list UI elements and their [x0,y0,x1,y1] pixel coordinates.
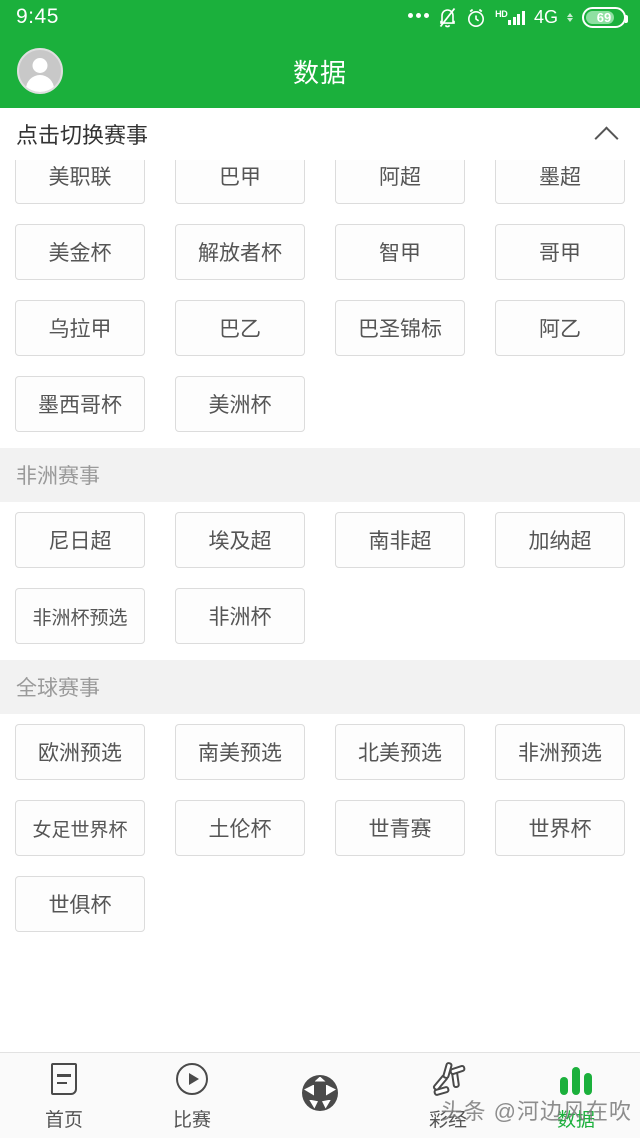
page-title: 数据 [292,57,347,88]
competition-cell: 世界杯 [480,790,640,866]
data-arrows-icon [567,12,573,22]
competition-chip[interactable]: 加纳超 [495,512,625,568]
section-header: 非洲赛事 [0,448,640,502]
tab-matches[interactable]: 比赛 [128,1059,256,1132]
lottery-sticks-icon [428,1059,468,1099]
competition-chip[interactable]: 尼日超 [15,512,145,568]
status-time: 9:45 [16,5,59,28]
bell-muted-icon [439,7,456,27]
competition-chip[interactable]: 解放者杯 [175,224,305,280]
competition-cell: 美金杯 [0,214,160,290]
alarm-clock-icon [468,8,485,27]
competition-chip[interactable]: 哥甲 [495,224,625,280]
competition-list-scroll[interactable]: 美职联 巴甲 阿超 墨超美金杯 解放者杯 智甲 哥甲乌拉甲 巴乙 巴圣锦标 阿乙墨西哥杯 美洲杯非洲… [0,160,640,1052]
competition-chip[interactable]: 美洲杯 [175,376,305,432]
competition-chip[interactable]: 阿超 [335,160,465,204]
status-icons: HD 4G 69 [408,6,628,28]
phone-screen: 9:45 HD 4G 69 数据 点击切换赛事 美职联 巴甲 阿超 墨超 美金杯… [0,0,640,1138]
competition-chip[interactable]: 巴乙 [175,300,305,356]
competition-chip[interactable]: 墨超 [495,160,625,204]
competition-cell: 巴乙 [160,290,320,366]
competition-cell: 南美预选 [160,714,320,790]
competition-cell: 智甲 [320,214,480,290]
competition-cell: 非洲预选 [480,714,640,790]
competition-cell: 巴甲 [160,160,320,214]
competition-chip[interactable]: 世俱杯 [15,876,145,932]
competition-chip[interactable]: 巴甲 [175,160,305,204]
competition-cell: 解放者杯 [160,214,320,290]
competition-chip[interactable]: 非洲预选 [495,724,625,780]
status-bar: 9:45 HD 4G 69 [0,0,640,34]
battery-level-label: 69 [596,9,612,25]
network-type-label: 4G [533,6,558,27]
signal-bars-icon: HD [495,8,525,25]
competition-chip[interactable]: 智甲 [335,224,465,280]
competition-cell: 美职联 [0,160,160,214]
section-header: 全球赛事 [0,660,640,714]
app-title-bar: 数据 [0,34,640,108]
competition-chip[interactable]: 南非超 [335,512,465,568]
switch-competition-header[interactable]: 点击切换赛事 [0,108,640,160]
competition-cell: 阿超 [320,160,480,214]
competition-cell: 哥甲 [480,214,640,290]
competition-chip[interactable]: 南美预选 [175,724,305,780]
competition-chip[interactable]: 美职联 [15,160,145,204]
competition-chip[interactable]: 巴圣锦标 [335,300,465,356]
competition-grid: 美职联 巴甲 阿超 墨超美金杯 解放者杯 智甲 哥甲乌拉甲 巴乙 巴圣锦标 阿乙墨西哥杯 美洲杯非洲… [0,160,640,942]
competition-cell: 加纳超 [480,502,640,578]
hd-label: HD [495,8,508,19]
competition-chip[interactable]: 非洲杯预选 [15,588,145,644]
competition-chip[interactable]: 阿乙 [495,300,625,356]
competition-cell: 阿乙 [480,290,640,366]
bar-chart-icon [556,1059,596,1099]
switch-competition-label: 点击切换赛事 [16,123,149,148]
tab-home[interactable]: 首页 [0,1059,128,1132]
competition-chip[interactable]: 埃及超 [175,512,305,568]
competition-cell: 女足世界杯 [0,790,160,866]
competition-chip[interactable]: 墨西哥杯 [15,376,145,432]
competition-cell: 巴圣锦标 [320,290,480,366]
competition-cell: 土伦杯 [160,790,320,866]
soccer-ball-icon [300,1073,340,1113]
competition-cell: 美洲杯 [160,366,320,442]
competition-cell: 尼日超 [0,502,160,578]
competition-cell: 欧洲预选 [0,714,160,790]
competition-cell: 世俱杯 [0,866,160,942]
competition-cell: 墨超 [480,160,640,214]
competition-chip[interactable]: 女足世界杯 [15,800,145,856]
competition-cell: 埃及超 [160,502,320,578]
competition-chip[interactable]: 欧洲预选 [15,724,145,780]
competition-cell: 非洲杯预选 [0,578,160,654]
competition-chip[interactable]: 美金杯 [15,224,145,280]
competition-cell: 南非超 [320,502,480,578]
document-icon [44,1059,84,1099]
bottom-tab-bar: 首页 比赛 彩经 数据 头条 @河边风在吹 [0,1052,640,1138]
tab-matches-label: 比赛 [172,1110,211,1131]
competition-chip[interactable]: 乌拉甲 [15,300,145,356]
battery-icon: 69 [582,6,628,28]
tab-home-label: 首页 [44,1110,83,1131]
competition-cell: 世青赛 [320,790,480,866]
play-circle-icon [172,1059,212,1099]
competition-chip[interactable]: 世青赛 [335,800,465,856]
competition-chip[interactable]: 世界杯 [495,800,625,856]
competition-cell: 非洲杯 [160,578,320,654]
more-dots-icon [408,13,430,21]
tab-soccer-center[interactable] [256,1073,384,1119]
competition-chip[interactable]: 非洲杯 [175,588,305,644]
competition-chip[interactable]: 北美预选 [335,724,465,780]
competition-chip[interactable]: 土伦杯 [175,800,305,856]
competition-cell: 乌拉甲 [0,290,160,366]
watermark-text: 头条 @河边风在吹 [440,1099,632,1124]
competition-cell: 墨西哥杯 [0,366,160,442]
chevron-up-icon[interactable] [594,121,620,147]
competition-cell: 北美预选 [320,714,480,790]
